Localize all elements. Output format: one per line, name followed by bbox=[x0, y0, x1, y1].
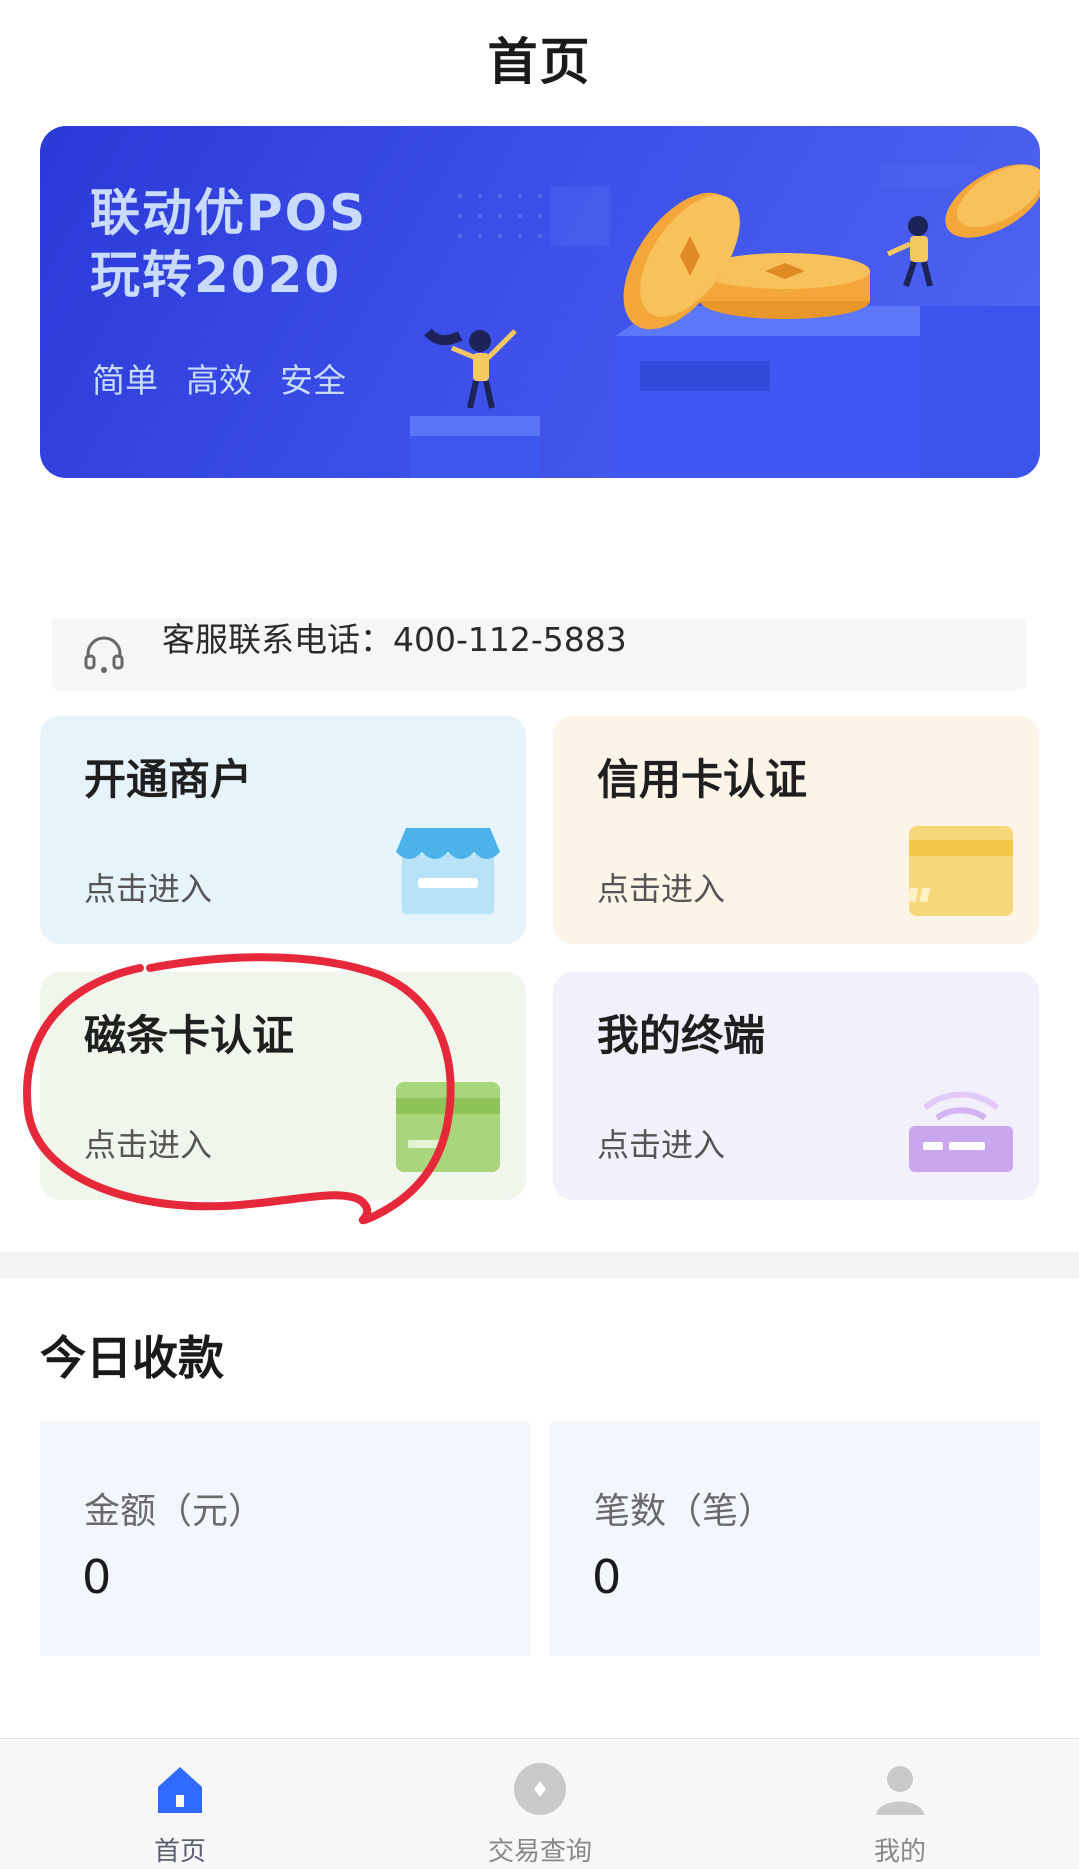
promo-banner[interactable]: 联动优POS 玩转2020 简单 高效 安全 bbox=[40, 126, 1040, 478]
card-enter-link: 点击进入 bbox=[84, 870, 213, 908]
tab-label: 首页 bbox=[153, 1837, 206, 1867]
magstripe-card-icon bbox=[396, 1082, 500, 1172]
card-title: 开通商户 bbox=[84, 755, 253, 804]
credit-card-icon bbox=[909, 826, 1013, 916]
banner-tag: 安全 bbox=[280, 361, 346, 400]
card-enter-link: 点击进入 bbox=[84, 1126, 213, 1164]
amount-stat-card: 金额（元） 0 bbox=[40, 1422, 530, 1656]
banner-title-line2: 玩转2020 bbox=[90, 246, 342, 304]
card-enter-link: 点击进入 bbox=[597, 1126, 726, 1164]
amount-label: 金额（元） bbox=[84, 1491, 265, 1532]
tab-label: 交易查询 bbox=[487, 1837, 592, 1867]
card-magstripe-verify[interactable]: 磁条卡认证 点击进入 bbox=[40, 972, 526, 1200]
card-open-merchant[interactable]: 开通商户 点击进入 bbox=[40, 716, 526, 944]
amount-value: 0 bbox=[82, 1550, 112, 1604]
store-icon bbox=[396, 828, 500, 914]
banner-tags: 简单 高效 安全 bbox=[92, 354, 346, 402]
count-label: 笔数（笔） bbox=[594, 1491, 775, 1532]
profile-icon bbox=[876, 1766, 924, 1815]
card-enter-link: 点击进入 bbox=[597, 870, 726, 908]
service-phone-text: 客服联系电话：400-112-5883 bbox=[162, 620, 627, 659]
page-title: 首页 bbox=[487, 33, 592, 91]
card-title: 我的终端 bbox=[597, 1011, 766, 1060]
count-stat-card: 笔数（笔） 0 bbox=[550, 1422, 1040, 1656]
banner-tag: 高效 bbox=[186, 361, 252, 400]
count-value: 0 bbox=[592, 1550, 622, 1604]
tab-home[interactable]: 首页 bbox=[80, 1739, 280, 1869]
tab-profile[interactable]: 我的 bbox=[800, 1739, 1000, 1869]
today-receipts-title: 今日收款 bbox=[40, 1331, 224, 1385]
home-icon bbox=[158, 1767, 202, 1813]
transaction-query-icon bbox=[514, 1763, 566, 1815]
card-title: 信用卡认证 bbox=[597, 755, 808, 804]
banner-title-line1: 联动优POS bbox=[90, 184, 368, 242]
banner-title: 联动优POS 玩转2020 bbox=[90, 182, 367, 306]
section-divider bbox=[0, 1252, 1079, 1278]
tab-transaction-query[interactable]: 交易查询 bbox=[440, 1739, 640, 1869]
card-title: 磁条卡认证 bbox=[84, 1011, 295, 1060]
card-my-terminal[interactable]: 我的终端 点击进入 bbox=[553, 972, 1039, 1200]
banner-tag: 简单 bbox=[92, 361, 158, 400]
bottom-tab-bar: 首页 交易查询 我的 bbox=[0, 1738, 1079, 1869]
tab-label: 我的 bbox=[873, 1837, 926, 1867]
headset-icon bbox=[84, 636, 124, 673]
terminal-icon bbox=[909, 1091, 1013, 1172]
card-credit-card-verify[interactable]: 信用卡认证 点击进入 bbox=[553, 716, 1039, 944]
customer-service-bar[interactable]: 客服联系电话：400-112-5883 bbox=[52, 618, 1026, 690]
